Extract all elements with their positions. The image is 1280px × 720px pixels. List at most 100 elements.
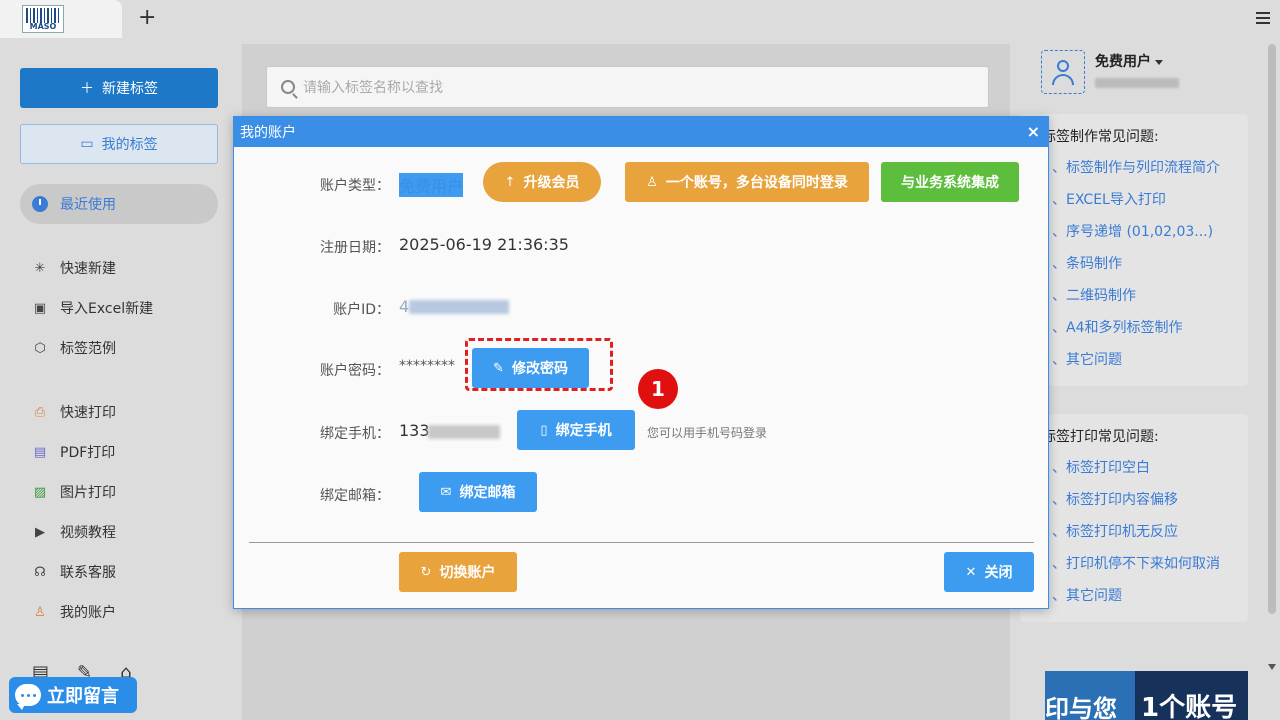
- sidebar-item-support[interactable]: ☊ 联系客服: [32, 562, 116, 582]
- avatar-head: [1057, 60, 1069, 72]
- sidebar-item-import-excel[interactable]: ▣ 导入Excel新建: [32, 298, 153, 318]
- faq-link[interactable]: 、EXCEL导入打印: [1020, 184, 1248, 216]
- promo-banner[interactable]: 印与您 1个账号: [1045, 671, 1248, 720]
- cube-icon: ⬡: [34, 340, 46, 356]
- avatar[interactable]: [1041, 50, 1085, 94]
- upgrade-button[interactable]: ↑ 升级会员: [483, 162, 601, 202]
- multi-device-button[interactable]: ♙ 一个账号，多台设备同时登录: [625, 162, 869, 202]
- upgrade-button-label: 升级会员: [523, 175, 580, 191]
- phone-icon: ▯: [540, 422, 548, 438]
- scrollbar-thumb[interactable]: [1268, 44, 1276, 614]
- new-label-button[interactable]: ＋ 新建标签: [20, 68, 218, 108]
- chat-bubble-icon: [15, 684, 41, 710]
- bind-phone-label: 绑定手机: [555, 423, 612, 439]
- close-button[interactable]: ✕ 关闭: [944, 552, 1034, 592]
- phone-value: 133: [399, 421, 430, 440]
- sidebar-item-label: PDF打印: [60, 445, 116, 461]
- video-icon: ▶: [35, 524, 45, 540]
- arrow-up-icon: ↑: [504, 174, 516, 190]
- faq-link[interactable]: 、条码制作: [1020, 248, 1248, 280]
- promo-right-text: 1个账号: [1141, 693, 1238, 720]
- integrate-button-label: 与业务系统集成: [901, 175, 999, 191]
- barcode-icon: [26, 8, 60, 23]
- sidebar-item-label: 我的账户: [60, 605, 116, 621]
- faq-link[interactable]: 、标签打印内容偏移: [1020, 484, 1248, 516]
- scrollbar[interactable]: [1268, 44, 1280, 720]
- faq-link[interactable]: 、二维码制作: [1020, 280, 1248, 312]
- recent-label: 最近使用: [60, 197, 116, 213]
- faq-link[interactable]: 、标签打印机无反应: [1020, 516, 1248, 548]
- sidebar-item-pdf-print[interactable]: ▤ PDF打印: [32, 442, 115, 462]
- user-id-redacted: [1095, 78, 1179, 88]
- sparkle-icon: ✳: [34, 260, 46, 276]
- bind-email-button[interactable]: ✉ 绑定邮箱: [419, 472, 537, 512]
- sidebar-item-image-print[interactable]: ▨ 图片打印: [32, 482, 116, 502]
- dialog-close-icon[interactable]: ×: [1027, 122, 1040, 141]
- scroll-down-icon[interactable]: [1268, 664, 1276, 670]
- password-value: ********: [399, 358, 455, 374]
- reg-date-value: 2025-06-19 21:36:35: [399, 235, 569, 254]
- faq-link[interactable]: 、序号递增 (01,02,03...): [1020, 216, 1248, 248]
- excel-icon: ▣: [33, 300, 47, 316]
- password-label: 账户密码：: [320, 363, 390, 379]
- sidebar-item-quick-new[interactable]: ✳ 快速新建: [32, 258, 116, 278]
- sidebar-item-quick-print[interactable]: ⎙ 快速打印: [32, 402, 116, 422]
- sidebar-item-video[interactable]: ▶ 视频教程: [32, 522, 116, 542]
- my-labels-button[interactable]: ▭ 我的标签: [20, 124, 218, 164]
- my-labels-text: 我的标签: [101, 137, 158, 153]
- search-placeholder: 请输入标签名称以查找: [303, 80, 443, 96]
- maso-logo: MASO: [22, 5, 64, 33]
- faq-link[interactable]: 、标签打印空白: [1020, 452, 1248, 484]
- promo-right: 1个账号: [1135, 671, 1248, 720]
- pen-icon: ✎: [493, 360, 504, 376]
- integrate-button[interactable]: 与业务系统集成: [881, 162, 1019, 202]
- avatar-body: [1052, 74, 1074, 85]
- faq-print-section: 标签打印常见问题: 、标签打印空白 、标签打印内容偏移 、标签打印机无反应 、打…: [1020, 414, 1248, 622]
- user-icon: ♙: [34, 604, 46, 620]
- phone-label: 绑定手机：: [320, 426, 390, 442]
- user-icon: ♙: [646, 174, 658, 190]
- right-panel: 免费用户 标签制作常见问题: 、标签制作与列印流程简介 、EXCEL导入打印 、…: [1020, 44, 1268, 720]
- account-id-value: 4: [399, 297, 410, 316]
- folder-icon: ▭: [80, 136, 94, 152]
- email-label: 绑定邮箱：: [320, 488, 390, 504]
- faq-make-section: 标签制作常见问题: 、标签制作与列印流程简介 、EXCEL导入打印 、序号递增 …: [1020, 114, 1248, 386]
- bind-email-label: 绑定邮箱: [459, 485, 516, 501]
- sidebar-item-recent[interactable]: 最近使用: [20, 184, 218, 224]
- plus-icon: ＋: [80, 81, 94, 97]
- chat-button[interactable]: 立即留言: [9, 677, 137, 713]
- sidebar-item-label: 快速新建: [60, 261, 116, 277]
- change-password-button[interactable]: ✎ 修改密码: [472, 348, 589, 388]
- change-password-label: 修改密码: [511, 361, 568, 377]
- faq-link[interactable]: 、A4和多列标签制作: [1020, 312, 1248, 344]
- faq-link[interactable]: 、其它问题: [1020, 344, 1248, 376]
- mail-icon: ✉: [440, 484, 452, 500]
- user-menu[interactable]: 免费用户: [1095, 51, 1163, 71]
- image-icon: ▨: [33, 484, 47, 500]
- refresh-icon: ↻: [420, 564, 432, 580]
- faq-link[interactable]: 、打印机停不下来如何取消: [1020, 548, 1248, 580]
- account-id-redacted: [409, 300, 509, 314]
- chat-label: 立即留言: [47, 686, 119, 707]
- sidebar: ＋ 新建标签 ▭ 我的标签 最近使用 ✳ 快速新建 ▣ 导入Excel新建 ⬡ …: [0, 38, 240, 720]
- faq-link[interactable]: 、标签制作与列印流程简介: [1020, 152, 1248, 184]
- close-button-label: 关闭: [984, 565, 1013, 581]
- switch-account-button[interactable]: ↻ 切换账户: [399, 552, 517, 592]
- close-icon: ✕: [965, 564, 977, 580]
- search-input[interactable]: 请输入标签名称以查找: [266, 66, 989, 108]
- step-badge: 1: [638, 369, 678, 409]
- hamburger-menu-icon[interactable]: [1256, 12, 1270, 24]
- sidebar-item-examples[interactable]: ⬡ 标签范例: [32, 338, 116, 358]
- faq-link[interactable]: 、其它问题: [1020, 580, 1248, 612]
- new-tab-button[interactable]: +: [138, 6, 156, 30]
- sidebar-item-my-account[interactable]: ♙ 我的账户: [32, 602, 116, 622]
- sidebar-item-label: 标签范例: [60, 341, 116, 357]
- pdf-icon: ▤: [33, 444, 47, 460]
- multi-device-button-label: 一个账号，多台设备同时登录: [665, 175, 848, 191]
- tab-bar: MASO +: [0, 0, 1280, 38]
- dialog-title: 我的账户: [240, 125, 296, 141]
- account-dialog: 我的账户 × 账户类型： 免费用户 ↑ 升级会员 ♙ 一个账号，多台设备同时登录…: [233, 116, 1049, 609]
- app-tab[interactable]: MASO: [0, 0, 122, 38]
- search-icon: [281, 80, 295, 94]
- bind-phone-button[interactable]: ▯ 绑定手机: [517, 410, 635, 450]
